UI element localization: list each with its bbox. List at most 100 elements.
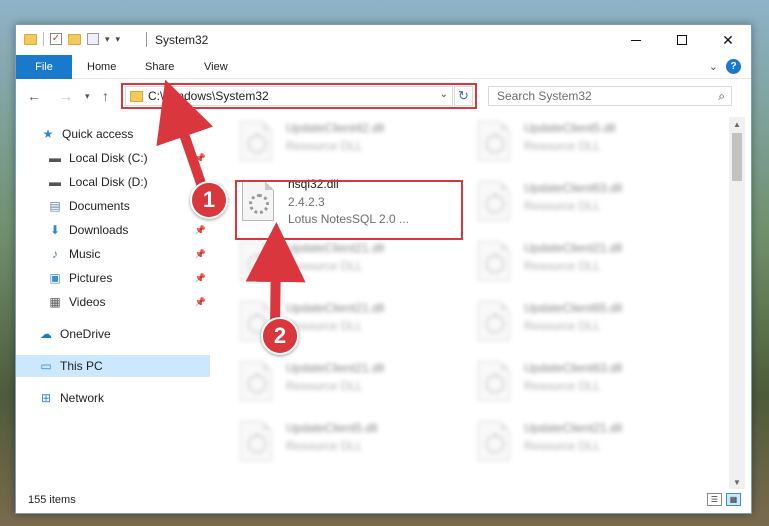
details-view-icon[interactable]: ☰ [707,493,722,506]
navigation-bar: ← → ▾ ↑ C:\Windows\System32 ⌄ ↻ Search S… [16,79,751,113]
gear-icon [485,314,505,334]
file-type: Resource DLL [524,259,601,273]
up-arrow-icon[interactable]: ↑ [102,88,109,104]
file-name: UpdateClient65.dll [524,301,623,315]
maximize-button[interactable] [659,25,705,55]
sidebar-item-local-disk-d[interactable]: ▬ Local Disk (D:) 📌 [16,171,210,193]
sidebar-item-label: Quick access [62,127,134,141]
file-type: Resource DLL [286,139,363,153]
sidebar-item-label: Local Disk (C:) [69,151,148,165]
sidebar-item-documents[interactable]: ▤ Documents 📌 [16,195,210,217]
sidebar-item-pictures[interactable]: ▣ Pictures 📌 [16,267,210,289]
dll-file-icon [478,361,510,401]
file-tile[interactable]: UpdateClient5.dll Resource DLL [470,117,698,175]
file-tile[interactable]: UpdateClient21.dll Resource DLL [470,237,698,295]
vertical-scrollbar[interactable]: ▲ ▼ [729,117,745,489]
search-placeholder: Search System32 [497,89,592,103]
scroll-up-arrow-icon[interactable]: ▲ [729,117,745,131]
help-icon[interactable]: ? [726,59,741,74]
tiles-view-icon[interactable]: ▦ [726,493,741,506]
sidebar-item-label: OneDrive [60,327,111,341]
tab-share[interactable]: Share [145,55,174,79]
title-bar: ✓ ▾ ▾ System32 ✕ [16,25,751,55]
view-switcher: ☰ ▦ [707,493,741,506]
search-input[interactable]: Search System32 ⌕ [488,86,732,106]
dll-file-icon [478,241,510,281]
gear-icon [247,374,267,394]
file-type: Resource DLL [524,199,601,213]
sidebar-item-quick-access[interactable]: ★ Quick access [16,123,210,145]
dll-file-icon [478,301,510,341]
expand-ribbon-chevron-icon[interactable]: ⌄ [709,60,718,73]
file-type: Resource DLL [286,439,363,453]
gear-icon [485,374,505,394]
tab-home[interactable]: Home [87,55,116,79]
sidebar-item-onedrive[interactable]: ☁ OneDrive [16,323,210,345]
file-tile[interactable]: UpdateClient65.dll Resource DLL [470,297,698,355]
sidebar-item-this-pc[interactable]: ▭ This PC [16,355,210,377]
scroll-down-arrow-icon[interactable]: ▼ [729,475,745,489]
search-icon[interactable]: ⌕ [718,89,725,104]
scroll-thumb[interactable] [732,133,742,181]
file-tile[interactable]: UpdateClient21.dll Resource DLL [232,237,460,295]
new-folder-icon[interactable] [68,33,81,45]
status-bar: 155 items ☰ ▦ [16,489,751,513]
sidebar-item-downloads[interactable]: ⬇ Downloads 📌 [16,219,210,241]
file-tile-highlight [235,180,463,240]
file-name: UpdateClient21.dll [286,301,385,315]
close-button[interactable]: ✕ [705,25,751,55]
sidebar-item-local-disk-c[interactable]: ▬ Local Disk (C:) 📌 [16,147,210,169]
properties-check-icon[interactable]: ✓ [50,33,62,45]
gear-icon [247,134,267,154]
navigation-pane: ★ Quick access ▬ Local Disk (C:) 📌 ▬ Loc… [16,119,210,489]
computer-icon: ▭ [40,359,52,373]
music-icon: ♪ [52,247,58,261]
recent-locations-chevron-icon[interactable]: ▾ [85,91,90,102]
file-tile[interactable]: UpdateClient63.dll Resource DLL [470,177,698,235]
sidebar-item-music[interactable]: ♪ Music 📌 [16,243,210,265]
sidebar-item-label: This PC [60,359,103,373]
customize-toolbar-arrow-icon[interactable]: ▾ [116,34,121,45]
sidebar-item-label: Downloads [69,223,129,237]
forward-arrow-icon[interactable]: → [59,88,73,104]
star-icon: ★ [42,127,54,141]
file-tile[interactable]: UpdateClient21.dll Resource DLL [232,357,460,415]
gear-icon [485,134,505,154]
sidebar-item-label: Music [69,247,101,261]
dll-file-icon [240,121,272,161]
pin-icon[interactable]: 📌 [195,225,206,236]
pin-icon[interactable]: 📌 [195,297,206,308]
quick-access-toolbar: ✓ ▾ ▾ [24,32,120,46]
gear-icon [247,434,267,454]
back-arrow-icon[interactable]: ← [27,88,41,104]
file-name: UpdateClient21.dll [524,421,623,435]
file-name: UpdateClient5.dll [286,421,378,435]
tab-view[interactable]: View [204,55,228,79]
gear-icon [485,194,505,214]
file-explorer-window: ✓ ▾ ▾ System32 ✕ File Home Share View ⌄ … [15,24,752,514]
minimize-icon [631,39,641,41]
minimize-button[interactable] [613,25,659,55]
file-type: Resource DLL [524,379,601,393]
file-tile[interactable]: UpdateClient42.dll Resource DLL [232,117,460,175]
dll-file-icon [478,421,510,461]
file-tile[interactable]: UpdateClient63.dll Resource DLL [470,357,698,415]
folder-icon[interactable] [24,33,37,45]
customize-toolbar-chevron-icon[interactable]: ▾ [105,34,110,45]
title-divider [146,32,147,47]
file-name: UpdateClient5.dll [524,121,616,135]
file-tile[interactable]: UpdateClient21.dll Resource DLL [470,417,698,475]
step-2-badge: 2 [261,317,299,355]
pin-icon[interactable]: 📌 [195,153,206,164]
file-list: UpdateClient42.dll Resource DLL nsql32.d… [212,117,728,489]
file-tile[interactable]: UpdateClient5.dll Resource DLL [232,417,460,475]
pin-icon[interactable]: 📌 [195,249,206,260]
properties-icon[interactable] [87,33,99,45]
pin-icon[interactable]: 📌 [195,273,206,284]
file-name: UpdateClient21.dll [286,241,385,255]
sidebar-item-network[interactable]: ⊞ Network [16,387,210,409]
pictures-icon: ▣ [49,271,61,285]
tab-file[interactable]: File [16,55,72,79]
sidebar-item-videos[interactable]: ▦ Videos 📌 [16,291,210,313]
file-type: Resource DLL [286,379,363,393]
